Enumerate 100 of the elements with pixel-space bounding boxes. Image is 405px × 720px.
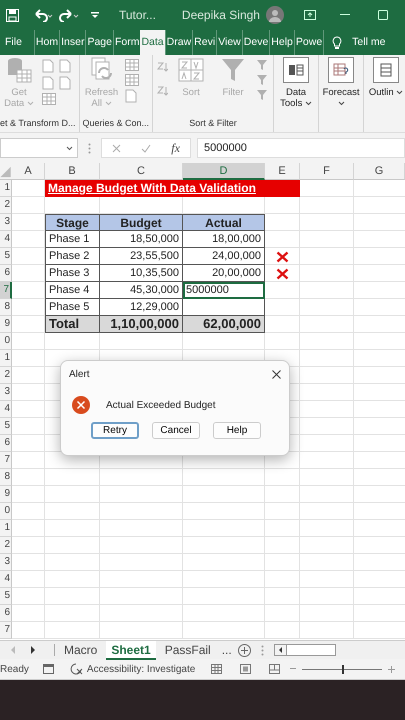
row-header: 5: [0, 248, 12, 265]
ribbon-display-icon[interactable]: [304, 10, 316, 20]
row-header: 1: [0, 520, 12, 537]
page-break-icon[interactable]: [269, 664, 280, 674]
row-header: 9: [0, 486, 12, 503]
group-label: Sort & Filter: [188, 117, 238, 130]
group-label: et & Transform D...: [0, 117, 76, 130]
dialog-title: Alert: [69, 368, 90, 382]
row-header: 7: [0, 622, 12, 639]
minimize-icon[interactable]: [340, 14, 350, 16]
row-header: 0: [0, 503, 12, 520]
row-header: 7: [0, 452, 12, 469]
ribbon-button[interactable]: Forecast: [322, 57, 360, 110]
row-header: 4: [0, 401, 12, 418]
document-icon: [59, 59, 71, 73]
maximize-icon[interactable]: [378, 10, 388, 20]
page-layout-icon[interactable]: [240, 664, 252, 674]
row-header: 0: [0, 333, 12, 350]
table-cell: 12,29,000: [100, 299, 183, 316]
filter-icon: [256, 74, 268, 86]
user-name: Deepika Singh: [182, 7, 260, 24]
table-cell: 24,00,000: [183, 248, 265, 265]
column-header: A: [12, 163, 45, 180]
accessibility-icon[interactable]: [70, 663, 83, 675]
row-header: 2: [0, 367, 12, 384]
active-cell[interactable]: 5000000: [183, 282, 265, 299]
row-header: 3: [0, 214, 12, 231]
row-header: 5: [0, 418, 12, 435]
row-header: 4: [0, 231, 12, 248]
ribbon-button[interactable]: Outlin: [367, 57, 405, 98]
sheet-tab[interactable]: Macro: [59, 640, 102, 660]
table-cell: Phase 2: [45, 248, 100, 265]
undo-icon[interactable]: [33, 8, 53, 22]
column-header: C: [100, 163, 183, 180]
save-icon[interactable]: [6, 8, 19, 22]
row-header: 1: [0, 180, 12, 197]
more-icon[interactable]: [88, 142, 91, 154]
sheet-tab[interactable]: Sheet1: [106, 640, 156, 660]
document-icon: [42, 76, 54, 90]
row-header: 3: [0, 384, 12, 401]
row-header: 2: [0, 537, 12, 554]
table-icon: [124, 59, 139, 71]
table-cell: Phase 5: [45, 299, 100, 316]
table-icon: [42, 93, 56, 105]
column-heading: Actual: [183, 214, 265, 231]
column-header: F: [300, 163, 354, 180]
row-header: 3: [0, 554, 12, 571]
dialog-button[interactable]: Help: [213, 422, 261, 439]
row-header: 1: [0, 350, 12, 367]
macro-recording-icon[interactable]: [42, 664, 54, 674]
scroll-right-icon[interactable]: [30, 646, 36, 654]
insert-function-button[interactable]: fx: [171, 139, 180, 157]
row-header: 6: [0, 435, 12, 452]
row-header: 2: [0, 197, 12, 214]
filter-icon: [256, 59, 268, 71]
table-cell: Phase 4: [45, 282, 100, 299]
horizontal-scrollbar-icon[interactable]: [274, 644, 336, 656]
table-cell: 20,00,000: [183, 265, 265, 282]
dialog-button[interactable]: Cancel: [152, 422, 200, 439]
table-icon: [124, 74, 139, 86]
more-sheets-button[interactable]: ...: [220, 640, 234, 660]
table-cell: 62,00,000: [183, 316, 265, 333]
file-name: Tutor...: [119, 7, 156, 24]
column-header: D: [183, 163, 265, 180]
avatar-icon[interactable]: [266, 6, 284, 24]
close-icon[interactable]: [272, 370, 281, 379]
sort-ascending-icon: [156, 61, 168, 97]
dialog-button[interactable]: Retry: [91, 422, 139, 439]
customize-icon[interactable]: [91, 11, 99, 19]
zoom-slider[interactable]: [302, 664, 382, 674]
table-cell: 45,30,000: [100, 282, 183, 299]
row-header: 5: [0, 588, 12, 605]
tell-me-search[interactable]: Tell me: [342, 30, 386, 55]
ribbon-tab[interactable]: Data: [140, 30, 165, 55]
filter-icon: [220, 57, 246, 83]
table-cell: Phase 1: [45, 231, 100, 248]
document-icon: [42, 59, 54, 73]
row-header: 8: [0, 469, 12, 486]
sheet-tab[interactable]: PassFail: [160, 640, 216, 660]
column-header: E: [265, 163, 300, 180]
row-header: 7: [0, 282, 12, 299]
column-heading: Stage: [45, 214, 100, 231]
accessibility-status[interactable]: Accessibility: Investigate: [86, 662, 196, 676]
zoom-in-icon[interactable]: [388, 666, 396, 672]
column-heading: Budget: [100, 214, 183, 231]
column-header: B: [45, 163, 100, 180]
table-cell: 18,50,000: [100, 231, 183, 248]
ribbon-button[interactable]: Data Tools: [277, 57, 316, 110]
lightbulb-icon[interactable]: [332, 36, 342, 50]
ribbon-tab[interactable]: File: [0, 30, 34, 55]
table-cell: 18,00,000: [183, 231, 265, 248]
normal-view-icon[interactable]: [211, 664, 222, 674]
zoom-thumb[interactable]: [342, 664, 344, 674]
formula-field[interactable]: 5000000: [197, 138, 405, 158]
row-header: 9: [0, 316, 12, 333]
row-header: 8: [0, 299, 12, 316]
redo-icon[interactable]: [59, 8, 79, 22]
document-icon: [59, 76, 71, 90]
table-cell: 1,10,00,000: [100, 316, 183, 333]
add-sheet-icon[interactable]: [238, 644, 251, 656]
